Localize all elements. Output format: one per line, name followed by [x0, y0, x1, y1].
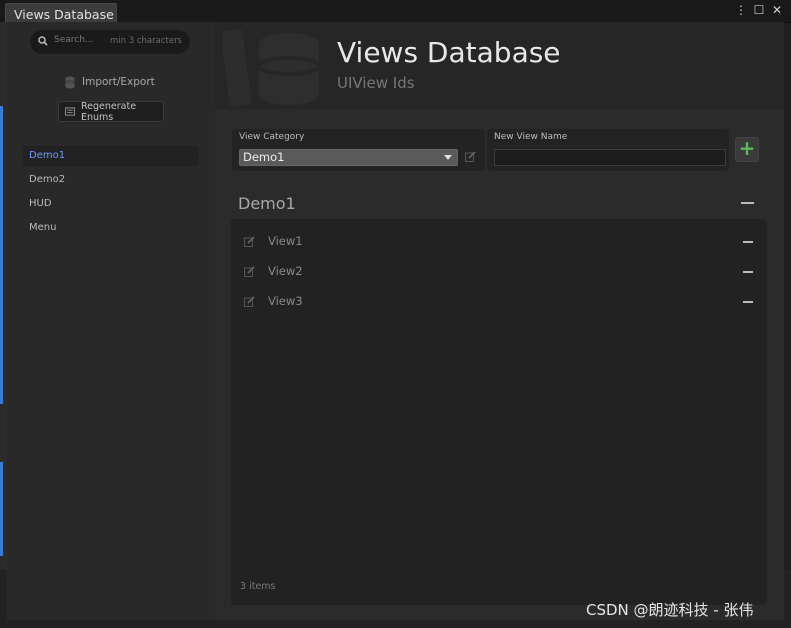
- sidebar: Search... min 3 characters Import/Export…: [7, 22, 215, 620]
- database-icon: [65, 76, 75, 88]
- view-name: View3: [268, 294, 303, 308]
- search-placeholder: Search...: [54, 35, 94, 45]
- views-database-panel: Search... min 3 characters Import/Export…: [7, 22, 784, 620]
- selection-edge: [0, 106, 3, 404]
- regenerate-enums-button[interactable]: Regenerate Enums: [58, 100, 164, 123]
- maximize-icon[interactable]: ☐: [753, 3, 765, 17]
- views-list: View1 View2 View3 3 items: [231, 219, 767, 605]
- database-logo-icon: [223, 29, 321, 107]
- new-view-name-input[interactable]: [494, 149, 726, 166]
- search-hint: min 3 characters: [110, 36, 182, 46]
- watermark-text: CSDN @朗迹科技 - 张伟: [586, 601, 754, 619]
- window-controls: ⋮ ☐ ✕: [735, 3, 783, 17]
- regenerate-enums-label: Regenerate Enums: [80, 100, 137, 123]
- edit-icon[interactable]: [244, 236, 255, 247]
- list-item: View2: [231, 261, 767, 283]
- remove-view-button[interactable]: [743, 301, 753, 303]
- edit-category-icon[interactable]: [465, 151, 476, 162]
- more-options-icon[interactable]: ⋮: [735, 3, 747, 17]
- sidebar-item-menu[interactable]: Menu: [23, 218, 199, 238]
- import-export-button[interactable]: Import/Export: [65, 72, 155, 92]
- import-export-label: Import/Export: [82, 76, 155, 88]
- sidebar-item-demo1[interactable]: Demo1: [23, 146, 199, 166]
- view-category-label: View Category: [239, 132, 305, 142]
- remove-view-button[interactable]: [743, 241, 753, 243]
- remove-category-button[interactable]: [741, 202, 754, 204]
- view-category-select[interactable]: Demo1: [239, 149, 458, 166]
- item-count: 3 items: [240, 581, 276, 592]
- list-icon: [65, 107, 75, 116]
- view-category-value: Demo1: [243, 150, 285, 164]
- close-icon[interactable]: ✕: [771, 3, 783, 17]
- view-name: View2: [268, 264, 303, 278]
- view-category-field: View Category Demo1: [232, 129, 485, 171]
- window-tab-bar: Views Database ⋮ ☐ ✕: [0, 0, 791, 23]
- chevron-down-icon: [444, 155, 452, 160]
- add-view-button[interactable]: +: [735, 137, 759, 162]
- view-name: View1: [268, 234, 303, 248]
- category-list: Demo1 Demo2 HUD Menu: [23, 146, 199, 242]
- page-header: Views Database UIView Ids: [215, 22, 784, 109]
- list-item: View1: [231, 231, 767, 253]
- sidebar-item-hud[interactable]: HUD: [23, 194, 199, 214]
- search-icon: [38, 36, 48, 46]
- page-title: Views Database: [337, 36, 561, 69]
- new-view-name-label: New View Name: [494, 132, 568, 142]
- search-input[interactable]: Search... min 3 characters: [30, 30, 190, 54]
- page-subtitle: UIView Ids: [337, 74, 415, 92]
- list-item: View3: [231, 291, 767, 313]
- remove-view-button[interactable]: [743, 271, 753, 273]
- sidebar-item-demo2[interactable]: Demo2: [23, 170, 199, 190]
- window-tab[interactable]: Views Database: [5, 3, 117, 22]
- selection-edge-lower: [0, 462, 3, 556]
- section-title: Demo1: [238, 194, 296, 213]
- edit-icon[interactable]: [244, 296, 255, 307]
- edit-icon[interactable]: [244, 266, 255, 277]
- new-view-name-field: New View Name: [487, 129, 729, 171]
